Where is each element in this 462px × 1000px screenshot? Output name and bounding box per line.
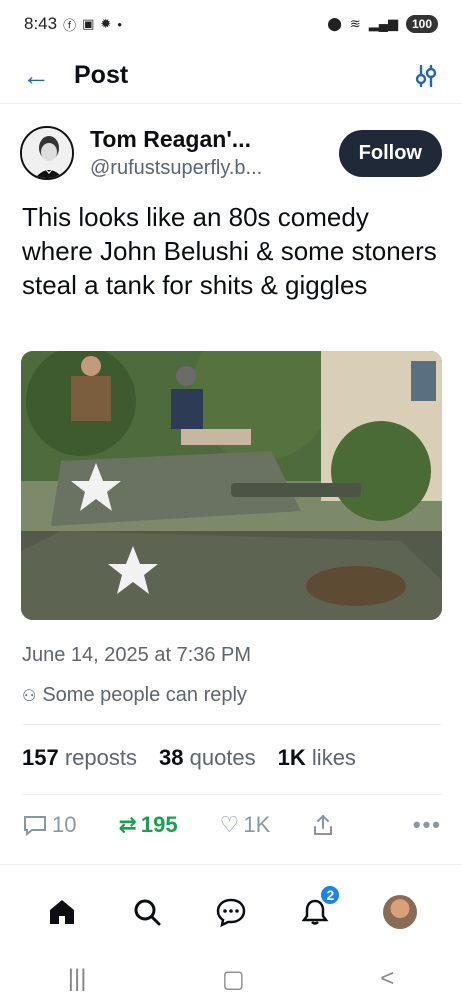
profile-avatar bbox=[382, 894, 417, 929]
clock: 8:43 bbox=[24, 14, 58, 33]
author-handle[interactable]: @rufustsuperfly.b... bbox=[90, 157, 262, 180]
facebook-icon: ⓕ bbox=[63, 17, 77, 33]
follow-button[interactable]: Follow bbox=[338, 129, 442, 177]
filter-settings-icon[interactable] bbox=[412, 62, 440, 90]
reply-setting: ⚇ Some people can reply bbox=[22, 684, 247, 707]
comment-icon bbox=[24, 816, 46, 837]
bottom-navigation: 2 bbox=[0, 864, 462, 958]
chat-icon bbox=[216, 898, 246, 927]
search-icon bbox=[134, 899, 161, 925]
share-button[interactable] bbox=[312, 813, 334, 837]
nav-profile[interactable] bbox=[380, 892, 420, 932]
divider bbox=[22, 794, 442, 795]
nav-home[interactable] bbox=[42, 892, 82, 932]
engagement-stats: 157 reposts 38 quotes 1K likes bbox=[22, 745, 356, 771]
likes-stat[interactable]: 1K likes bbox=[278, 745, 356, 771]
repost-count: 195 bbox=[140, 812, 178, 837]
post-author: Tom Reagan'... @rufustsuperfly.b... Foll… bbox=[20, 120, 442, 186]
quotes-count: 38 bbox=[159, 745, 184, 770]
like-button[interactable]: ♡ 1K bbox=[220, 812, 271, 838]
heart-icon: ♡ bbox=[219, 812, 240, 837]
author-names: Tom Reagan'... @rufustsuperfly.b... bbox=[90, 126, 262, 180]
reposts-label: reposts bbox=[64, 745, 137, 770]
dot-icon: • bbox=[117, 16, 122, 32]
status-right: ⬤ ≋ ▂▄▆ 100 bbox=[327, 15, 438, 33]
back-arrow-icon[interactable]: ← bbox=[22, 60, 58, 92]
author-avatar[interactable] bbox=[20, 126, 74, 180]
people-icon: ⚇ bbox=[22, 687, 37, 705]
likes-label: likes bbox=[311, 745, 356, 770]
reposts-stat[interactable]: 157 reposts bbox=[22, 745, 137, 771]
home-system-icon[interactable]: ▢ bbox=[222, 965, 245, 994]
wifi-icon: ≋ bbox=[349, 16, 361, 31]
status-left: 8:43 ⓕ ▣ ✹ • bbox=[24, 14, 122, 34]
nav-chat[interactable] bbox=[211, 892, 251, 932]
repost-icon: ⇄ bbox=[118, 812, 137, 837]
author-display-name[interactable]: Tom Reagan'... bbox=[90, 126, 262, 153]
post-image[interactable] bbox=[21, 351, 442, 620]
repost-button[interactable]: ⇄ 195 bbox=[118, 812, 177, 838]
signal-icon: ▂▄▆ bbox=[368, 16, 398, 31]
reply-count: 10 bbox=[52, 812, 77, 837]
location-icon: ⬤ bbox=[327, 16, 342, 31]
notifications-badge: 2 bbox=[319, 883, 342, 906]
quotes-label: quotes bbox=[189, 745, 256, 770]
home-icon bbox=[50, 899, 75, 924]
like-count: 1K bbox=[243, 812, 271, 837]
divider bbox=[22, 724, 442, 725]
reply-setting-label: Some people can reply bbox=[42, 684, 247, 706]
nav-search[interactable] bbox=[127, 892, 167, 932]
settings-icon: ✹ bbox=[100, 16, 112, 31]
back-system-icon[interactable]: < bbox=[380, 965, 394, 993]
battery-indicator: 100 bbox=[405, 15, 438, 33]
status-bar: 8:43 ⓕ ▣ ✹ • ⬤ ≋ ▂▄▆ 100 bbox=[0, 0, 462, 48]
quotes-stat[interactable]: 38 quotes bbox=[159, 745, 256, 771]
page-title: Post bbox=[74, 61, 129, 89]
nav-notifications[interactable]: 2 bbox=[295, 883, 342, 932]
author-avatar-image bbox=[22, 128, 72, 178]
screenshot-icon: ▣ bbox=[82, 16, 95, 31]
recent-apps-icon[interactable]: ||| bbox=[68, 965, 87, 993]
reply-button[interactable]: 10 bbox=[22, 812, 76, 838]
more-options-icon[interactable]: ••• bbox=[413, 812, 442, 838]
top-header: ← Post bbox=[0, 48, 462, 104]
post-timestamp: June 14, 2025 at 7:36 PM bbox=[22, 644, 252, 666]
system-navigation: ||| ▢ < bbox=[0, 958, 462, 1000]
share-icon bbox=[314, 814, 333, 835]
reposts-count: 157 bbox=[22, 745, 59, 770]
likes-count: 1K bbox=[277, 745, 306, 770]
tank-photo bbox=[21, 351, 442, 620]
post-text: This looks like an 80s comedy where John… bbox=[22, 202, 437, 300]
post-actions: 10 ⇄ 195 ♡ 1K ••• bbox=[22, 812, 442, 838]
